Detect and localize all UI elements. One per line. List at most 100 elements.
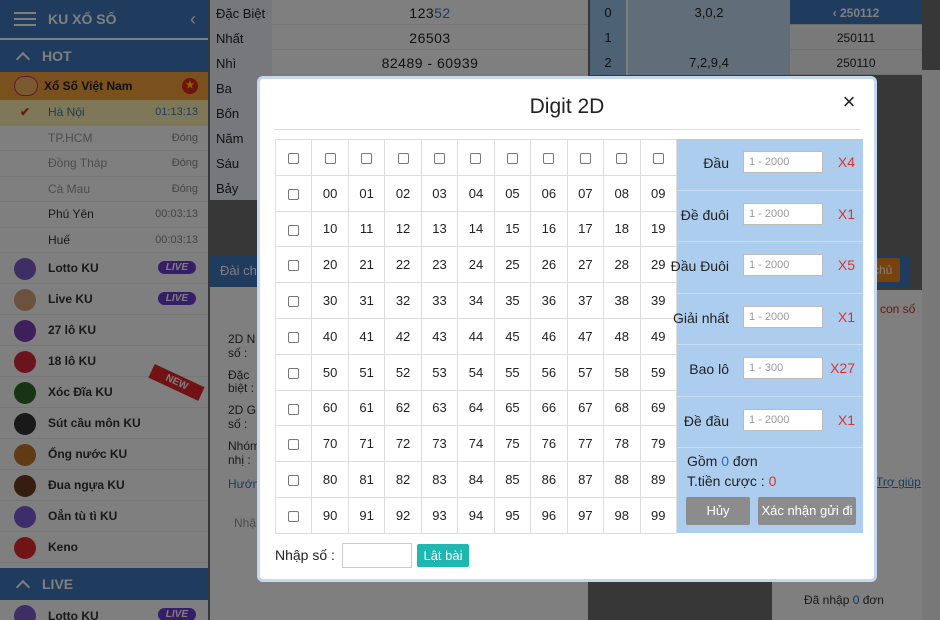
number-cell[interactable]: 10 — [311, 210, 349, 248]
number-cell[interactable]: 83 — [420, 461, 459, 498]
number-cell[interactable]: 36 — [530, 282, 568, 319]
number-cell[interactable]: 39 — [639, 282, 678, 319]
number-cell[interactable]: 59 — [639, 353, 678, 391]
number-cell[interactable]: 51 — [347, 353, 386, 391]
number-cell[interactable]: 37 — [566, 282, 605, 319]
number-cell[interactable]: 87 — [566, 461, 605, 498]
column-select-checkbox[interactable] — [397, 152, 409, 164]
number-cell[interactable]: 90 — [311, 496, 349, 534]
number-cell[interactable]: 75 — [493, 425, 532, 463]
number-cell[interactable]: 24 — [457, 246, 495, 284]
number-cell[interactable]: 77 — [566, 425, 605, 463]
number-cell[interactable]: 65 — [493, 389, 532, 427]
number-cell[interactable]: 79 — [639, 425, 678, 463]
number-cell[interactable]: 67 — [566, 389, 605, 427]
column-select-checkbox[interactable] — [616, 152, 628, 164]
row-select-checkbox[interactable] — [288, 367, 300, 379]
number-cell[interactable]: 48 — [603, 317, 641, 355]
row-select-checkbox[interactable] — [288, 331, 300, 343]
number-cell[interactable]: 08 — [603, 174, 641, 212]
number-cell[interactable]: 14 — [457, 210, 495, 248]
row-select-checkbox[interactable] — [288, 296, 300, 308]
number-cell[interactable]: 93 — [420, 496, 459, 534]
number-cell[interactable]: 61 — [347, 389, 386, 427]
number-cell[interactable]: 92 — [384, 496, 422, 534]
number-cell[interactable]: 53 — [420, 353, 459, 391]
column-select-checkbox[interactable] — [361, 152, 373, 164]
number-cell[interactable]: 47 — [566, 317, 605, 355]
number-cell[interactable]: 41 — [347, 317, 386, 355]
number-cell[interactable]: 42 — [384, 317, 422, 355]
number-cell[interactable]: 00 — [311, 174, 349, 212]
number-cell[interactable]: 64 — [457, 389, 495, 427]
number-cell[interactable]: 81 — [347, 461, 386, 498]
row-select-checkbox[interactable] — [288, 475, 300, 487]
number-cell[interactable]: 34 — [457, 282, 495, 319]
column-select-checkbox[interactable] — [434, 152, 446, 164]
number-cell[interactable]: 84 — [457, 461, 495, 498]
number-cell[interactable]: 13 — [420, 210, 459, 248]
bet-amount-input[interactable]: 1 - 300 — [743, 357, 823, 379]
row-select-checkbox[interactable] — [288, 224, 300, 236]
number-cell[interactable]: 69 — [639, 389, 678, 427]
flip-button[interactable]: Lật bài — [417, 544, 469, 567]
number-cell[interactable]: 05 — [493, 174, 532, 212]
number-cell[interactable]: 82 — [384, 461, 422, 498]
row-select-checkbox[interactable] — [288, 260, 300, 272]
bet-amount-input[interactable]: 1 - 2000 — [743, 254, 823, 276]
number-cell[interactable]: 31 — [347, 282, 386, 319]
number-cell[interactable]: 17 — [566, 210, 605, 248]
number-cell[interactable]: 26 — [530, 246, 568, 284]
row-select-checkbox[interactable] — [288, 403, 300, 415]
bet-amount-input[interactable]: 1 - 2000 — [743, 202, 823, 225]
number-cell[interactable]: 99 — [639, 496, 678, 534]
number-cell[interactable]: 91 — [347, 496, 386, 534]
number-cell[interactable]: 35 — [493, 282, 532, 319]
column-select-checkbox[interactable] — [470, 152, 482, 164]
number-cell[interactable]: 63 — [420, 389, 459, 427]
number-cell[interactable]: 21 — [347, 246, 386, 284]
number-cell[interactable]: 33 — [420, 282, 459, 319]
number-cell[interactable]: 19 — [639, 210, 678, 248]
number-cell[interactable]: 72 — [384, 425, 422, 463]
number-cell[interactable]: 74 — [457, 425, 495, 463]
number-cell[interactable]: 62 — [384, 389, 422, 427]
number-cell[interactable]: 01 — [347, 174, 386, 212]
number-input[interactable] — [342, 543, 412, 568]
number-cell[interactable]: 78 — [603, 425, 641, 463]
number-cell[interactable]: 71 — [347, 425, 386, 463]
number-cell[interactable]: 70 — [311, 425, 349, 463]
number-cell[interactable]: 50 — [311, 353, 349, 391]
number-cell[interactable]: 30 — [311, 282, 349, 319]
number-cell[interactable]: 98 — [603, 496, 641, 534]
number-cell[interactable]: 76 — [530, 425, 568, 463]
number-cell[interactable]: 38 — [603, 282, 641, 319]
number-cell[interactable]: 89 — [639, 461, 678, 498]
bet-amount-input[interactable]: 1 - 2000 — [743, 408, 823, 431]
number-cell[interactable]: 55 — [493, 353, 532, 391]
number-cell[interactable]: 52 — [384, 353, 422, 391]
number-cell[interactable]: 43 — [420, 317, 459, 355]
column-select-checkbox[interactable] — [324, 152, 336, 164]
number-cell[interactable]: 44 — [457, 317, 495, 355]
number-cell[interactable]: 27 — [566, 246, 605, 284]
number-cell[interactable]: 28 — [603, 246, 641, 284]
number-cell[interactable]: 96 — [530, 496, 568, 534]
number-cell[interactable]: 95 — [493, 496, 532, 534]
row-select-checkbox[interactable] — [288, 439, 300, 451]
close-icon[interactable]: × — [838, 91, 860, 113]
column-select-checkbox[interactable] — [579, 152, 591, 164]
number-cell[interactable]: 06 — [530, 174, 568, 212]
number-cell[interactable]: 49 — [639, 317, 678, 355]
number-cell[interactable]: 12 — [384, 210, 422, 248]
number-cell[interactable]: 60 — [311, 389, 349, 427]
number-cell[interactable]: 25 — [493, 246, 532, 284]
bet-amount-input[interactable]: 1 - 2000 — [743, 151, 823, 173]
number-cell[interactable]: 46 — [530, 317, 568, 355]
number-cell[interactable]: 86 — [530, 461, 568, 498]
number-cell[interactable]: 02 — [384, 174, 422, 212]
column-select-checkbox[interactable] — [543, 152, 555, 164]
column-select-checkbox[interactable] — [506, 152, 518, 164]
row-select-checkbox[interactable] — [288, 510, 300, 522]
row-select-checkbox[interactable] — [288, 188, 300, 200]
